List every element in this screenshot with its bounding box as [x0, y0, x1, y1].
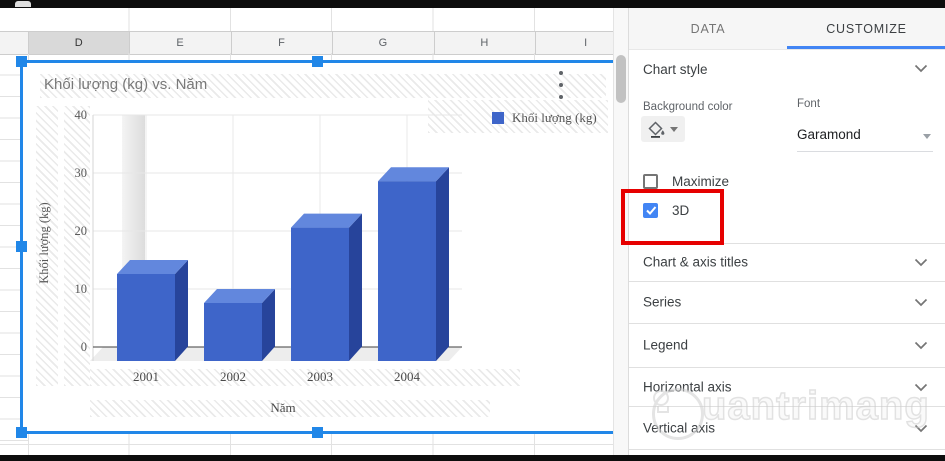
bar-front-face-2003[interactable] [291, 227, 349, 361]
browser-logo-fragment [15, 1, 31, 7]
bar-front-face-2002[interactable] [204, 303, 262, 361]
embedded-chart[interactable]: 0 10 20 30 40 2001 2002 2003 2004 Năm Khối lượng (… [21, 62, 613, 431]
paint-bucket-icon [648, 120, 665, 138]
background-color-label: Background color [643, 101, 733, 113]
y-tick-label: 30 [75, 166, 88, 180]
y-tick-label: 10 [75, 282, 88, 296]
font-select-value: Garamond [797, 127, 861, 142]
chevron-down-icon [914, 298, 928, 307]
section-chart-axis-titles[interactable]: Chart & axis titles [629, 243, 945, 281]
sheet-top-row [28, 8, 613, 31]
font-select[interactable]: Garamond [797, 123, 933, 152]
chart-title: Khối lượng (kg) vs. Năm [44, 76, 208, 93]
x-axis-title: Năm [270, 400, 295, 415]
y-tick-label: 40 [75, 108, 88, 122]
column-header-I[interactable]: I [535, 32, 613, 54]
section-label: Chart & axis titles [643, 254, 749, 270]
legend-label: Khối lượng (kg) [512, 110, 597, 125]
column-header-row: DEFGHI [0, 31, 613, 55]
section-label: Horizontal axis [643, 379, 732, 394]
selection-handle-top-middle[interactable] [312, 56, 323, 67]
chevron-down-icon [914, 341, 928, 350]
legend-swatch-icon [492, 112, 504, 124]
section-series[interactable]: Series [629, 281, 945, 323]
x-tick-label: 2001 [133, 369, 159, 384]
top-black-bar [0, 0, 945, 8]
tab-customize[interactable]: CUSTOMIZE [787, 8, 945, 49]
section-horizontal-axis[interactable]: Horizontal axis [629, 367, 945, 406]
x-tick-label: 2002 [220, 369, 246, 384]
background-color-button[interactable] [641, 116, 685, 142]
bar-side-face[interactable] [436, 167, 449, 361]
bar-front-face-2004[interactable] [378, 181, 436, 361]
x-tick-label: 2003 [307, 369, 333, 384]
section-label: Series [643, 294, 682, 310]
chevron-down-icon [914, 64, 928, 73]
column-header-G[interactable]: G [332, 32, 435, 54]
selection-handle-middle-left[interactable] [16, 241, 27, 252]
bar-side-face[interactable] [349, 213, 362, 361]
section-label: Legend [643, 337, 689, 353]
chevron-down-icon [914, 424, 928, 432]
screenshot-root: DEFGHI 0 10 20 30 40 2001 2002 2003 2004 Năm Khối … [0, 0, 945, 461]
checkbox-label: Maximize [672, 173, 730, 189]
y-axis-title: Khối lượng (kg) [37, 202, 51, 283]
section-chart-style[interactable]: Chart style [629, 49, 945, 91]
chevron-down-icon [914, 383, 928, 391]
y-tick-label: 20 [75, 224, 88, 238]
selection-handle-bottom-left[interactable] [16, 427, 27, 438]
vertical-ellipsis-icon[interactable] [554, 69, 568, 101]
y-tick-label: 0 [81, 340, 87, 354]
panel-tab-bar: DATA CUSTOMIZE [629, 8, 945, 50]
unchecked-checkbox-icon[interactable] [643, 173, 658, 189]
column-header-F[interactable]: F [231, 32, 334, 54]
chevron-down-icon [914, 258, 928, 267]
bar-front-face-2001[interactable] [117, 274, 175, 361]
section-legend[interactable]: Legend [629, 323, 945, 367]
bottom-black-bar [0, 455, 945, 461]
dropdown-caret-icon [923, 134, 931, 139]
column-header-D[interactable]: D [28, 32, 131, 54]
dropdown-caret-icon [670, 126, 678, 132]
bar-side-face[interactable] [175, 260, 188, 361]
scrollbar-thumb[interactable] [616, 55, 626, 103]
chart-legend: Khối lượng (kg) [492, 110, 597, 126]
section-chart-style-label: Chart style [643, 62, 708, 77]
selection-handle-bottom-middle[interactable] [312, 427, 323, 438]
section-label: Vertical axis [643, 420, 716, 435]
checkbox-row-maximize[interactable]: Maximize [643, 172, 729, 190]
sheet-gridline [0, 444, 613, 445]
column-header-E[interactable]: E [129, 32, 232, 54]
x-tick-label: 2004 [394, 369, 421, 384]
font-label: Font [797, 98, 821, 110]
column-header-H[interactable]: H [434, 32, 536, 54]
section-vertical-axis[interactable]: Vertical axis [629, 406, 945, 449]
section-divider [629, 449, 945, 450]
red-highlight-annotation [621, 189, 724, 245]
tab-data[interactable]: DATA [629, 8, 787, 49]
selection-handle-top-left[interactable] [16, 56, 27, 67]
corner-header-cell[interactable] [0, 32, 29, 54]
